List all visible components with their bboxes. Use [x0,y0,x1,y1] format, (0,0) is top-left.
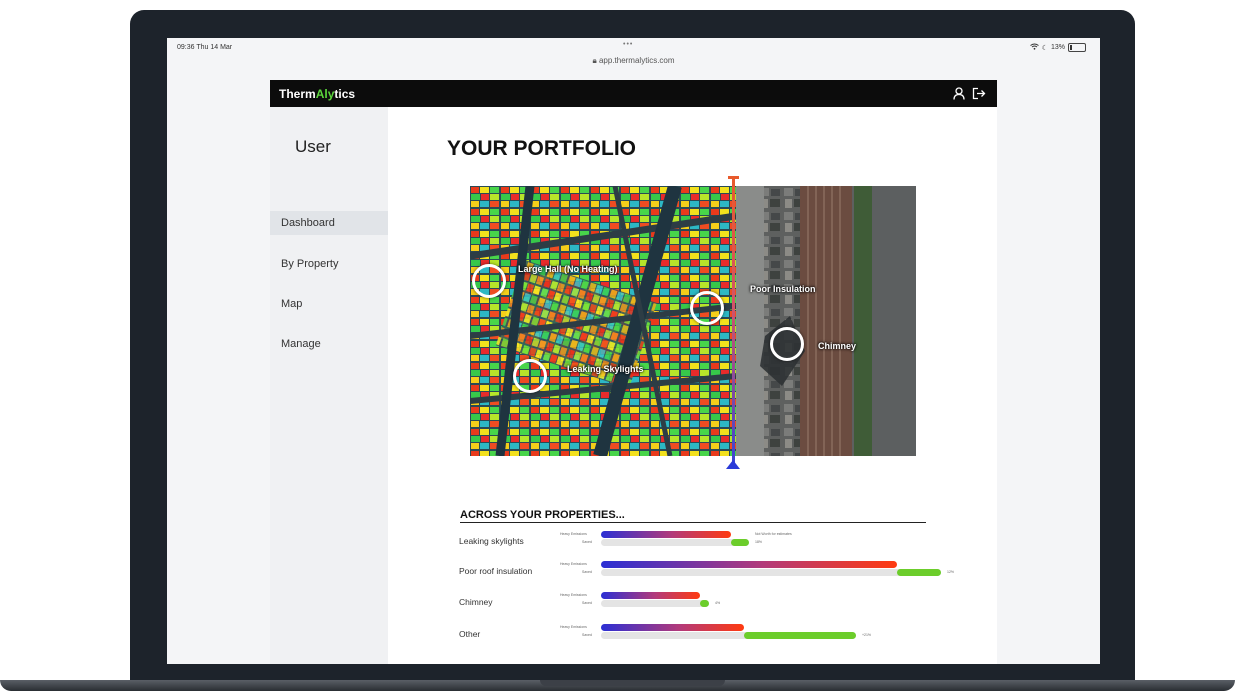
emission-caption: Heavy Emissions [560,593,587,597]
across-properties-title: ACROSS YOUR PROPERTIES... [460,509,625,521]
logo-text-end: tics [334,87,356,101]
row-note: Not Worth for estimates [755,532,792,536]
callout-label-chimney: Chimney [818,341,857,351]
url-text: app.thermalytics.com [598,56,675,65]
battery-percent: 13% [1050,44,1065,51]
saved-bar-track [601,569,941,576]
saved-bar[interactable] [744,632,856,639]
status-indicators: ☾ 13% [1029,43,1086,52]
user-icon[interactable] [953,87,965,100]
moon-icon: ☾ [1041,44,1048,52]
laptop-notch [540,680,725,686]
sidebar-item-map[interactable]: Map [270,292,388,316]
saved-percent: 4% [715,601,721,605]
saved-percent: +21% [862,633,872,637]
sidebar-item-manage[interactable]: Manage [270,332,388,356]
property-row-label: Leaking skylights [459,536,524,546]
saved-caption: Saved [582,601,592,605]
saved-bar[interactable] [731,539,749,546]
logo-text-highlight: Aly [315,87,335,101]
saved-percent: 18% [755,540,763,544]
property-row-label: Other [459,629,481,639]
property-row-label: Chimney [459,597,493,607]
logout-icon[interactable] [972,87,986,100]
app-window: ThermAlytics User Dashboard By Property … [270,80,997,664]
address-bar[interactable]: 🔒︎ app.thermalytics.com [167,56,1100,66]
saved-bar[interactable] [897,569,941,576]
status-time: 09:36 Thu 14 Mar [177,44,233,51]
lock-icon: 🔒︎ [592,56,597,65]
saved-caption: Saved [582,540,592,544]
sidebar-user-label[interactable]: User [295,137,331,157]
callout-leaking-skylights[interactable] [513,359,547,393]
comparison-slider[interactable] [732,178,735,464]
callout-large-hall[interactable] [472,264,506,298]
emission-bar[interactable] [601,624,744,631]
callout-label-poor-insulation: Poor Insulation [750,284,816,294]
page-title: YOUR PORTFOLIO [447,137,636,160]
sidebar-item-dashboard[interactable]: Dashboard [270,211,388,235]
thermalytics-logo[interactable]: ThermAlytics [279,87,355,101]
emission-caption: Heavy Emissions [560,532,587,536]
app-topbar: ThermAlytics [270,80,997,107]
saved-bar-track [601,600,709,607]
across-properties-divider [460,522,926,523]
saved-caption: Saved [582,633,592,637]
saved-caption: Saved [582,570,592,574]
thermal-map[interactable]: Large Hall (No Heating) Poor Insulation … [470,186,916,456]
emission-bar[interactable] [601,561,897,568]
property-row-label: Poor roof insulation [459,566,533,576]
battery-icon [1068,43,1086,52]
saved-bar[interactable] [700,600,709,607]
laptop-screen: 09:36 Thu 14 Mar ••• 🔒︎ app.thermalytics… [167,38,1100,664]
saved-percent: 12% [947,570,955,574]
emission-bar[interactable] [601,531,731,538]
logo-text-start: Therm [279,87,316,101]
emission-caption: Heavy Emissions [560,625,587,629]
slider-handle-icon[interactable] [726,460,740,469]
callout-poor-insulation[interactable] [690,291,724,325]
callout-chimney[interactable] [770,327,804,361]
emission-bar[interactable] [601,592,700,599]
thermal-map-image [470,186,916,456]
saved-bar-track [601,539,749,546]
callout-label-leaking-skylights: Leaking Skylights [567,364,644,374]
wifi-icon [1029,43,1039,52]
browser-dots[interactable]: ••• [623,41,633,48]
sidebar-item-by-property[interactable]: By Property [270,252,388,276]
emission-caption: Heavy Emissions [560,562,587,566]
status-bar: 09:36 Thu 14 Mar ••• 🔒︎ app.thermalytics… [167,38,1100,68]
sidebar: User Dashboard By Property Map Manage [270,107,388,664]
callout-label-large-hall: Large Hall (No Heating) [518,264,618,274]
